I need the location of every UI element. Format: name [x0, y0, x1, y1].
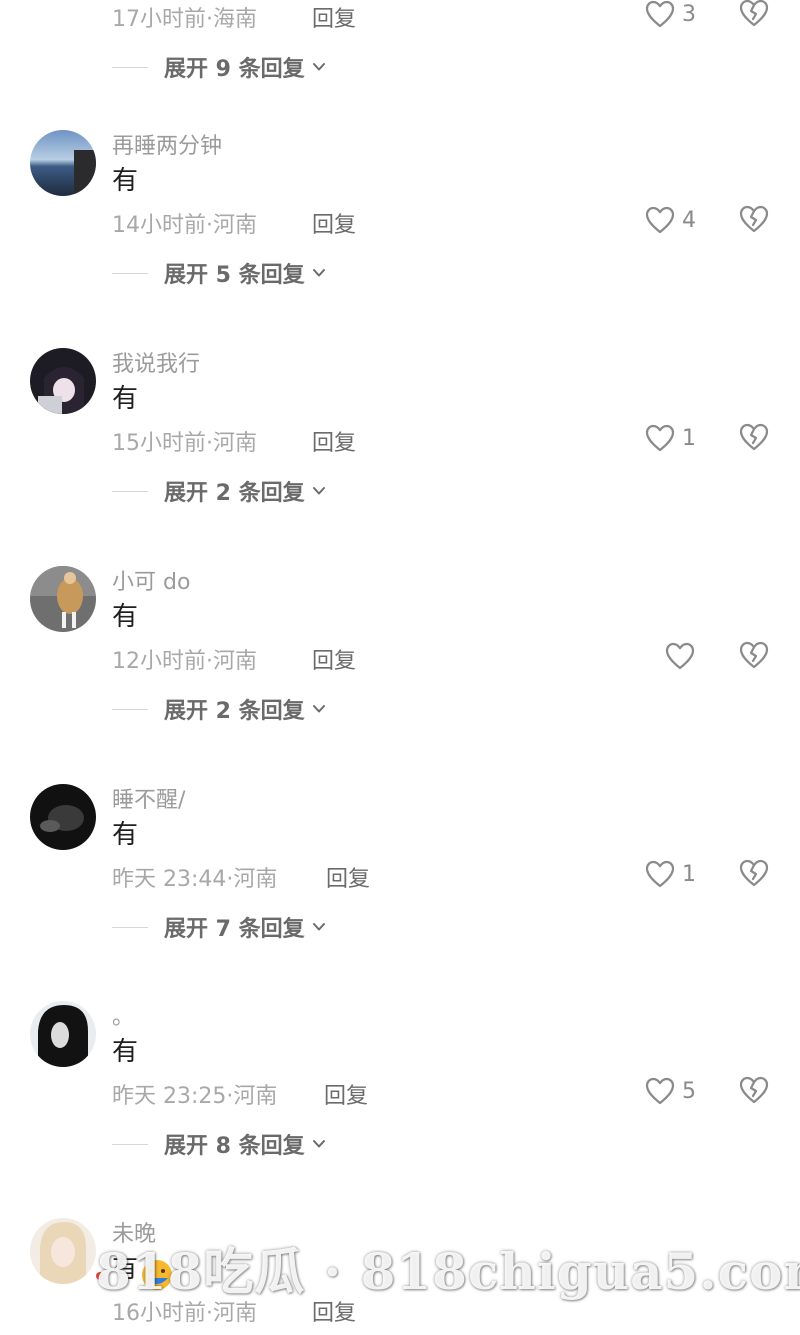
dislike-button[interactable] [738, 0, 770, 29]
chevron-down-icon [312, 63, 325, 71]
avatar[interactable] [30, 348, 96, 414]
comment-text: 有 [112, 1037, 139, 1067]
broken-heart-icon [739, 859, 769, 887]
expand-replies[interactable]: 展开 2 条回复 [112, 476, 327, 506]
comment-text: 有 [112, 166, 139, 196]
divider-line [112, 1143, 148, 1145]
avatar[interactable] [30, 1001, 96, 1067]
expand-replies[interactable]: 展开 7 条回复 [112, 912, 327, 942]
expand-replies-label: 展开 8 条回复 [164, 1134, 305, 1159]
like-button[interactable]: 3 [644, 0, 696, 31]
divider-line [112, 490, 148, 492]
username[interactable]: 睡不醒/ [112, 782, 185, 814]
reply-button[interactable]: 回复 [326, 861, 370, 893]
heart-outline-icon [645, 424, 675, 452]
like-count: 1 [682, 861, 696, 887]
comment-item: 我说我行 有 15小时前·河南 回复 1 展开 2 条回复 [0, 348, 800, 566]
reply-button[interactable]: 回复 [324, 1078, 368, 1110]
like-count: 1 [682, 425, 696, 451]
like-count: 3 [682, 1, 696, 27]
like-count: 4 [682, 207, 696, 233]
broken-heart-icon [739, 1076, 769, 1104]
chevron-down-icon [312, 269, 325, 277]
divider-line [112, 272, 148, 274]
broken-heart-icon [739, 205, 769, 233]
dislike-button[interactable] [738, 421, 770, 453]
avatar[interactable] [30, 1218, 96, 1284]
comment-time-location: 12小时前·河南 [112, 649, 257, 674]
like-button[interactable]: 4 [644, 203, 696, 237]
chevron-down-icon [312, 705, 325, 713]
like-button[interactable] [664, 639, 696, 673]
heart-outline-icon [645, 1077, 675, 1105]
comment-time-location: 17小时前·海南 [112, 7, 257, 32]
reply-button[interactable]: 回复 [312, 425, 356, 457]
dislike-button[interactable] [738, 1074, 770, 1106]
heart-outline-icon [645, 0, 675, 28]
expand-replies-label: 展开 9 条回复 [164, 57, 305, 82]
dislike-button[interactable] [738, 639, 770, 671]
expand-replies-label: 展开 7 条回复 [164, 917, 305, 942]
comment-item: 17小时前·海南 回复 3 展开 9 条回复 [0, 0, 800, 142]
heart-outline-icon [645, 860, 675, 888]
like-button[interactable]: 5 [644, 1074, 696, 1108]
comment-item: 小可 do 有 12小时前·河南 回复 展开 2 条回复 [0, 566, 800, 784]
chevron-down-icon [312, 487, 325, 495]
heart-outline-icon [665, 642, 695, 670]
dislike-button[interactable] [738, 857, 770, 889]
comment-time-location: 昨天 23:44·河南 [112, 867, 278, 892]
divider-line [112, 926, 148, 928]
reply-button[interactable]: 回复 [312, 1, 356, 33]
reply-button[interactable]: 回复 [312, 643, 356, 675]
expand-replies[interactable]: 展开 9 条回复 [112, 52, 327, 82]
divider-line [112, 708, 148, 710]
chevron-down-icon [312, 1140, 325, 1148]
divider-line [112, 66, 148, 68]
username[interactable]: 再睡两分钟 [112, 128, 222, 160]
watermark: 818吃瓜 · 818chigua5.com [96, 1242, 800, 1301]
broken-heart-icon [739, 423, 769, 451]
reply-button[interactable]: 回复 [312, 207, 356, 239]
avatar[interactable] [30, 784, 96, 850]
dislike-button[interactable] [738, 203, 770, 235]
username[interactable]: 。 [112, 999, 134, 1031]
like-button[interactable]: 1 [644, 857, 696, 891]
expand-replies[interactable]: 展开 8 条回复 [112, 1129, 327, 1159]
comment-time-location: 昨天 23:25·河南 [112, 1084, 278, 1109]
username[interactable]: 我说我行 [112, 346, 200, 378]
comment-text: 有 [112, 602, 139, 632]
like-count: 5 [682, 1078, 696, 1104]
avatar[interactable] [30, 566, 96, 632]
expand-replies[interactable]: 展开 2 条回复 [112, 694, 327, 724]
broken-heart-icon [739, 641, 769, 669]
username[interactable]: 小可 do [112, 564, 190, 596]
comment-item: 。 有 昨天 23:25·河南 回复 5 展开 8 条回复 [0, 1001, 800, 1219]
comment-text: 有 [112, 384, 139, 414]
comment-item: 睡不醒/ 有 昨天 23:44·河南 回复 1 展开 7 条回复 [0, 784, 800, 1002]
comment-time-location: 14小时前·河南 [112, 213, 257, 238]
expand-replies-label: 展开 2 条回复 [164, 699, 305, 724]
like-button[interactable]: 1 [644, 421, 696, 455]
expand-replies-label: 展开 5 条回复 [164, 263, 305, 288]
chevron-down-icon [312, 923, 325, 931]
comment-time-location: 15小时前·河南 [112, 431, 257, 456]
comment-text: 有 [112, 820, 139, 850]
heart-outline-icon [645, 206, 675, 234]
expand-replies[interactable]: 展开 5 条回复 [112, 258, 327, 288]
comment-item: 再睡两分钟 有 14小时前·河南 回复 4 展开 5 条回复 [0, 130, 800, 348]
avatar[interactable] [30, 130, 96, 196]
expand-replies-label: 展开 2 条回复 [164, 481, 305, 506]
broken-heart-icon [739, 0, 769, 27]
